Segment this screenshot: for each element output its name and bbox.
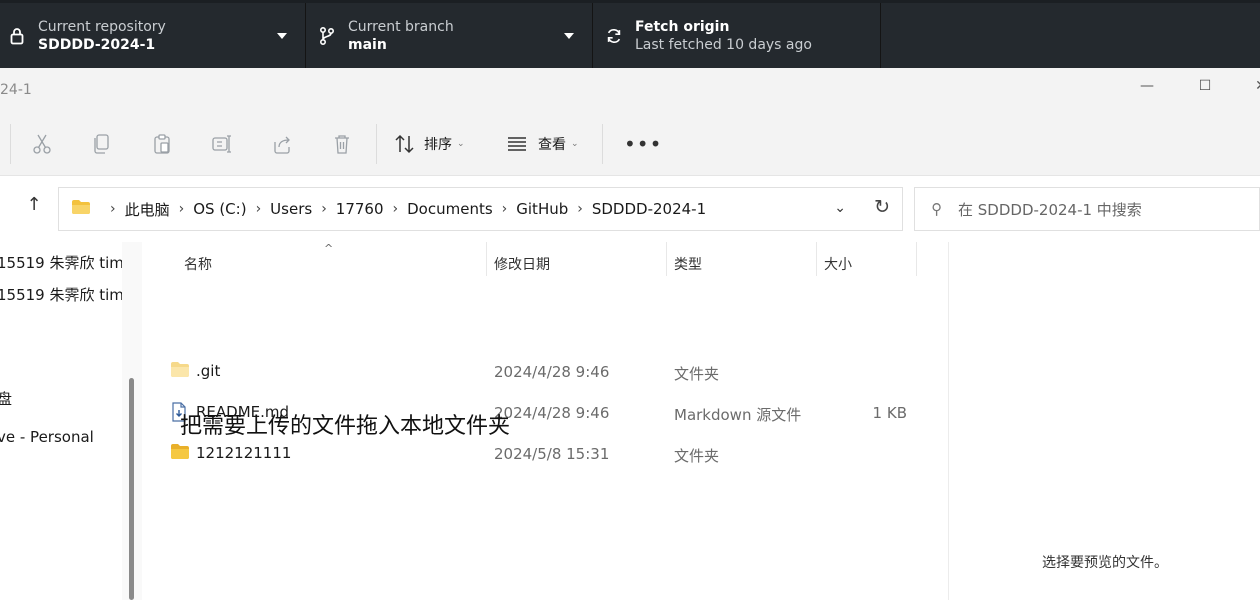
- column-header-name[interactable]: 名称: [184, 254, 212, 274]
- chevron-down-icon[interactable]: ⌄: [834, 200, 846, 216]
- rename-icon[interactable]: [208, 132, 236, 156]
- divider: [602, 124, 603, 164]
- up-arrow-icon[interactable]: ↑: [22, 194, 46, 222]
- toolbar-spacer: [881, 3, 1260, 68]
- breadcrumb-separator: ›: [501, 201, 508, 217]
- file-date: 2024/5/8 15:31: [494, 445, 610, 463]
- breadcrumb-separator: ›: [577, 201, 583, 217]
- explorer-window: 24-1 — ☐ ✕ 排序 ⌄ 查看: [0, 68, 1260, 600]
- chevron-down-icon: [277, 33, 287, 39]
- column-divider[interactable]: [666, 242, 667, 276]
- navigation-pane: 15519 朱霁欣 tim 15519 朱霁欣 tim 盘 ve - Perso…: [0, 242, 128, 600]
- fetch-origin-button[interactable]: Fetch origin Last fetched 10 days ago: [593, 3, 881, 68]
- title-bar: 24-1 — ☐ ✕: [0, 68, 1260, 112]
- chevron-down-icon: [564, 33, 574, 39]
- close-button[interactable]: ✕: [1246, 78, 1260, 102]
- folder-icon: [170, 443, 190, 463]
- sort-icon: [395, 134, 414, 154]
- sync-icon: [605, 26, 623, 46]
- breadcrumb-separator: ›: [255, 201, 262, 217]
- command-bar: 排序 ⌄ 查看 ⌄ •••: [0, 112, 1260, 176]
- breadcrumb-separator: ›: [321, 201, 327, 217]
- file-type: 文件夹: [674, 365, 720, 383]
- nav-item[interactable]: 盘: [0, 388, 12, 409]
- delete-icon[interactable]: [328, 132, 356, 156]
- repo-name: SDDDD-2024-1: [38, 36, 156, 53]
- folder-icon: [170, 361, 190, 381]
- current-repository-button[interactable]: Current repository SDDDD-2024-1: [0, 3, 306, 68]
- column-header-size[interactable]: 大小: [824, 254, 852, 274]
- branch-icon: [318, 26, 336, 46]
- refresh-icon[interactable]: ↻: [874, 196, 890, 218]
- annotation-text: 把需要上传的文件拖入本地文件夹: [180, 414, 511, 439]
- nav-item-onedrive[interactable]: ve - Personal: [0, 428, 94, 446]
- file-name: .git: [196, 362, 221, 380]
- fetch-title: Fetch origin: [635, 18, 730, 35]
- column-divider[interactable]: [816, 242, 817, 276]
- file-size: 1 KB: [872, 404, 907, 422]
- nav-item[interactable]: 15519 朱霁欣 tim: [0, 284, 124, 305]
- file-list: ^ 名称 修改日期 类型 大小 .git 2024/4/28 9:46 文件夹: [142, 242, 948, 600]
- chevron-down-icon: ⌄: [457, 139, 465, 149]
- preview-empty-text: 选择要预览的文件。: [1042, 555, 1168, 571]
- breadcrumb-drive[interactable]: OS (C:): [193, 200, 246, 218]
- breadcrumb-users[interactable]: Users: [270, 200, 312, 218]
- breadcrumb-separator: ›: [392, 201, 399, 217]
- nav-item[interactable]: 15519 朱霁欣 tim: [0, 252, 124, 273]
- file-type: Markdown 源文件: [674, 406, 802, 424]
- window-title: 24-1: [0, 82, 32, 98]
- folder-icon: [71, 199, 91, 219]
- divider: [10, 124, 11, 164]
- breadcrumb-repo[interactable]: SDDDD-2024-1: [592, 200, 706, 218]
- repo-caption: Current repository: [38, 18, 166, 35]
- divider: [376, 124, 377, 164]
- more-options-button[interactable]: •••: [624, 132, 662, 156]
- fetch-status: Last fetched 10 days ago: [635, 36, 812, 53]
- breadcrumb-separator: ›: [110, 201, 116, 217]
- search-placeholder: 在 SDDDD-2024-1 中搜索: [958, 200, 1142, 219]
- file-type: 文件夹: [674, 447, 720, 465]
- breadcrumb-separator: ›: [178, 201, 185, 217]
- cut-icon[interactable]: [28, 132, 56, 156]
- address-row: ↑ › 此电脑 › OS (C:) › Users › 17760 › Docu…: [0, 176, 1260, 242]
- breadcrumb-documents[interactable]: Documents: [407, 200, 493, 218]
- sort-ascending-icon: ^: [324, 242, 334, 255]
- column-divider[interactable]: [916, 242, 917, 276]
- breadcrumb-github[interactable]: GitHub: [516, 200, 568, 218]
- breadcrumb-user[interactable]: 17760: [336, 200, 384, 218]
- current-branch-button[interactable]: Current branch main: [306, 3, 593, 68]
- file-row[interactable]: .git 2024/4/28 9:46 文件夹: [142, 351, 948, 391]
- branch-caption: Current branch: [348, 18, 454, 35]
- search-icon: ⚲: [931, 200, 942, 218]
- file-date: 2024/4/28 9:46: [494, 363, 610, 381]
- lock-icon: [8, 26, 26, 46]
- view-menu[interactable]: 查看 ⌄: [506, 132, 579, 156]
- sort-label: 排序: [424, 137, 452, 153]
- nav-scrollbar-thumb[interactable]: [129, 378, 134, 600]
- chevron-down-icon: ⌄: [571, 139, 579, 149]
- paste-icon[interactable]: [148, 132, 176, 156]
- file-date: 2024/4/28 9:46: [494, 404, 610, 422]
- github-toolbar: Current repository SDDDD-2024-1 Current …: [0, 0, 1260, 68]
- address-bar[interactable]: › 此电脑 › OS (C:) › Users › 17760 › Docume…: [58, 187, 903, 231]
- share-icon[interactable]: [268, 132, 296, 156]
- column-divider[interactable]: [486, 242, 487, 276]
- column-header-type[interactable]: 类型: [674, 254, 702, 274]
- search-box[interactable]: ⚲ 在 SDDDD-2024-1 中搜索: [914, 187, 1260, 231]
- minimize-button[interactable]: —: [1132, 78, 1162, 102]
- branch-name: main: [348, 36, 387, 53]
- view-icon: [508, 137, 526, 151]
- explorer-body: 15519 朱霁欣 tim 15519 朱霁欣 tim 盘 ve - Perso…: [0, 242, 1260, 600]
- breadcrumb-this-pc[interactable]: 此电脑: [125, 199, 170, 220]
- view-label: 查看: [538, 137, 566, 153]
- file-name: 1212121111: [196, 444, 292, 462]
- sort-menu[interactable]: 排序 ⌄: [394, 132, 465, 156]
- column-header-date[interactable]: 修改日期: [494, 254, 550, 274]
- preview-pane: 选择要预览的文件。: [948, 242, 1260, 600]
- maximize-button[interactable]: ☐: [1190, 78, 1220, 102]
- copy-icon[interactable]: [88, 132, 116, 156]
